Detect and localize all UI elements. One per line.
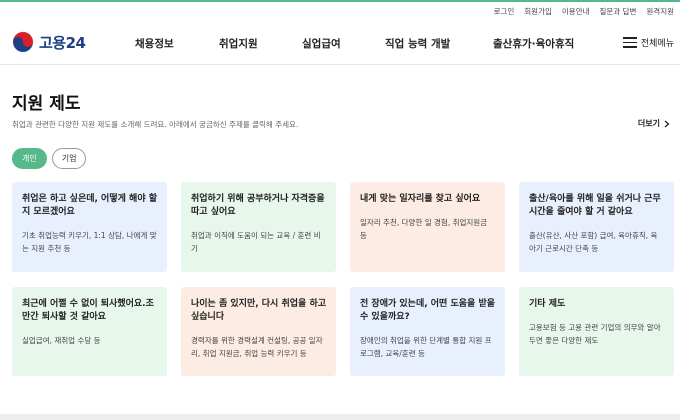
more-link[interactable]: 더보기 <box>638 118 670 129</box>
all-menu-label: 전체메뉴 <box>640 39 674 49</box>
card-training-certificate[interactable]: 취업하기 위해 공부하거나 자격증을 따고 싶어요 취업과 이직에 도움이 되는… <box>181 182 336 272</box>
utility-menu: 로그인 회원가입 이용안내 질문과 답변 원격지원 <box>494 6 674 17</box>
all-menu-button[interactable]: 전체메뉴 <box>622 36 674 49</box>
card-description: 기초 취업능력 키우기, 1:1 상담, 나에게 맞는 지원 추천 등 <box>22 231 157 253</box>
card-disability-support[interactable]: 전 장애가 있는데, 어떤 도움을 받을 수 있을까요? 장애인의 취업을 위한… <box>350 287 505 376</box>
chevron-right-icon <box>664 120 670 127</box>
card-title: 전 장애가 있는데, 어떤 도움을 받을 수 있을까요? <box>360 299 496 322</box>
nav-item-vocational-training[interactable]: 직업 능력 개발 <box>385 36 450 51</box>
card-find-job[interactable]: 내게 맞는 일자리를 찾고 싶어요 일자리 추천, 다양한 일 경험, 취업지원… <box>350 182 505 272</box>
header-divider <box>0 64 680 65</box>
card-description: 실업급여, 재취업 수당 등 <box>22 336 101 345</box>
card-title: 취업하기 위해 공부하거나 자격증을 따고 싶어요 <box>191 194 325 217</box>
tab-company[interactable]: 기업 <box>51 148 87 169</box>
card-title: 최근에 어쩔 수 없이 퇴사했어요.조만간 퇴사할 것 같아요 <box>22 299 154 322</box>
utility-remote-support-link[interactable]: 원격지원 <box>646 6 674 17</box>
nav-item-parental-leave[interactable]: 출산휴가·육아휴직 <box>493 36 574 51</box>
card-description: 일자리 추천, 다양한 일 경험, 취업지원금 등 <box>360 218 488 240</box>
card-description: 장애인의 취업을 위한 단계별 통합 지원 프로그램, 교육/훈련 등 <box>360 336 492 358</box>
card-title: 내게 맞는 일자리를 찾고 싶어요 <box>360 194 481 204</box>
card-parental-leave[interactable]: 출산/육아를 위해 일을 쉬거나 근무시간을 줄여야 할 거 같아요 출산(유산… <box>519 182 674 272</box>
support-card-grid: 취업은 하고 싶은데, 어떻게 해야 할지 모르겠어요 기초 취업능력 키우기,… <box>12 182 674 376</box>
card-description: 출산(유산, 사산 포함) 급여, 육아휴직, 육아기 근로시간 단축 등 <box>529 231 658 253</box>
card-title: 취업은 하고 싶은데, 어떻게 해야 할지 모르겠어요 <box>22 194 158 217</box>
card-job-start[interactable]: 취업은 하고 싶은데, 어떻게 해야 할지 모르겠어요 기초 취업능력 키우기,… <box>12 182 167 272</box>
card-title: 기타 제도 <box>529 299 566 309</box>
more-label: 더보기 <box>637 119 660 128</box>
audience-tabs: 개인 기업 <box>12 148 87 169</box>
utility-qna-link[interactable]: 질문과 답변 <box>600 6 637 17</box>
card-title: 나이는 좀 있지만, 다시 취업을 하고 싶습니다 <box>191 299 327 322</box>
card-description: 경력자를 위한 경력설계 컨설팅, 공공 일자리, 취업 지원금, 취업 능력 … <box>191 336 323 358</box>
card-senior-reemployment[interactable]: 나이는 좀 있지만, 다시 취업을 하고 싶습니다 경력자를 위한 경력설계 컨… <box>181 287 336 376</box>
utility-signup-link[interactable]: 회원가입 <box>524 6 552 17</box>
utility-login-link[interactable]: 로그인 <box>494 6 515 17</box>
hamburger-icon <box>622 37 637 48</box>
nav-item-jobs[interactable]: 채용정보 <box>135 36 174 51</box>
tab-individual[interactable]: 개인 <box>12 148 47 169</box>
main-navigation: 채용정보 취업지원 실업급여 직업 능력 개발 출산휴가·육아휴직 <box>0 36 680 50</box>
card-description: 취업과 이직에 도움이 되는 교육 / 훈련 비기 <box>191 231 321 253</box>
card-resignation[interactable]: 최근에 어쩔 수 없이 퇴사했어요.조만간 퇴사할 것 같아요 실업급여, 재취… <box>12 287 167 376</box>
nav-item-employment-support[interactable]: 취업지원 <box>219 36 258 51</box>
card-description: 고용보험 등 고용 관련 기업의 의무와 알아두면 좋은 다양한 제도 <box>529 323 661 345</box>
page-title: 지원 제도 <box>12 94 81 114</box>
page-description: 취업과 관련한 다양한 지원 제도를 소개해 드려요. 아래에서 궁금하신 주제… <box>12 120 299 129</box>
top-accent-bar <box>0 0 680 2</box>
footer-strip <box>0 414 680 420</box>
nav-item-unemployment-benefit[interactable]: 실업급여 <box>302 36 341 51</box>
card-title: 출산/육아를 위해 일을 쉬거나 근무시간을 줄여야 할 거 같아요 <box>529 194 661 217</box>
card-other-programs[interactable]: 기타 제도 고용보험 등 고용 관련 기업의 의무와 알아두면 좋은 다양한 제… <box>519 287 674 376</box>
utility-guide-link[interactable]: 이용안내 <box>562 6 590 17</box>
